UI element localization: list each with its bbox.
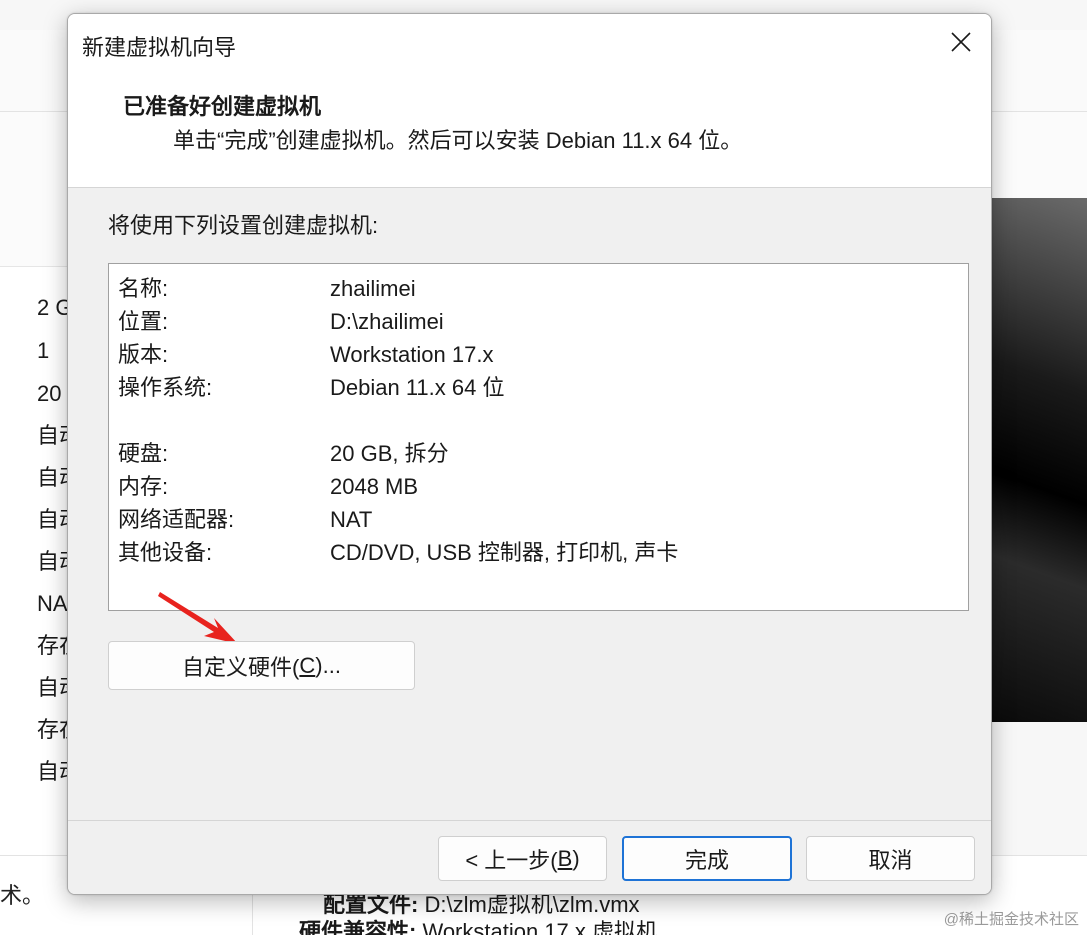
finish-button[interactable]: 完成 <box>622 836 792 881</box>
finish-button-label: 完成 <box>684 847 729 873</box>
summary-row-location: 位置: D:\zhailimei <box>118 304 444 336</box>
background-preview-image <box>990 198 1087 722</box>
wizard-header: 已准备好创建虚拟机 单击“完成”创建虚拟机。然后可以安装 Debian 11.x… <box>68 72 991 188</box>
cancel-button[interactable]: 取消 <box>806 836 975 881</box>
background-list: 2 G 1 20 自动 自动 自动 自动 NA 存在 自动 存在 自动 <box>0 267 81 855</box>
summary-row-devices: 其他设备: CD/DVD, USB 控制器, 打印机, 声卡 <box>118 535 678 567</box>
summary-value: CD/DVD, USB 控制器, 打印机, 声卡 <box>330 540 679 565</box>
background-list-item: 1 <box>37 338 50 363</box>
background-list-item: 20 <box>37 381 62 406</box>
summary-row-os: 操作系统: Debian 11.x 64 位 <box>118 370 504 402</box>
summary-row-version: 版本: Workstation 17.x <box>118 337 493 369</box>
settings-summary-box[interactable]: 名称: zhailimei 位置: D:\zhailimei 版本: Workstat… <box>108 263 969 611</box>
new-vm-wizard-dialog: 新建虚拟机向导 已准备好创建虚拟机 单击“完成”创建虚拟机。然后可以安装 Deb… <box>67 13 992 895</box>
wizard-header-title: 已准备好创建虚拟机 <box>123 94 322 119</box>
customize-hardware-label-pre: 自定义硬件( <box>182 654 300 680</box>
summary-row-disk: 硬盘: 20 GB, 拆分 <box>118 436 449 468</box>
background-compat-value: Workstation 17.x 虚拟机 <box>422 919 659 935</box>
wizard-header-subtitle: 单击“完成”创建虚拟机。然后可以安装 Debian 11.x 64 位。 <box>173 128 743 153</box>
background-footer-text: 术。 <box>0 883 45 908</box>
summary-value: D:\zhailimei <box>330 309 444 334</box>
summary-label: 将使用下列设置创建虚拟机: <box>108 213 379 238</box>
summary-key: 其他设备: <box>118 540 213 565</box>
close-button[interactable] <box>931 14 991 70</box>
background-list-item: NA <box>37 591 68 616</box>
back-button-label-pre: < 上一步( <box>465 847 558 873</box>
summary-value: 20 GB, 拆分 <box>330 441 449 466</box>
summary-value: zhailimei <box>330 276 416 301</box>
summary-value: 2048 MB <box>330 474 419 499</box>
summary-key: 硬盘: <box>118 441 169 466</box>
summary-row-network: 网络适配器: NAT <box>118 502 372 534</box>
cancel-button-label: 取消 <box>868 847 913 873</box>
customize-hardware-button[interactable]: 自定义硬件(C)... <box>108 641 415 690</box>
background-compat-label: 硬件兼容性: <box>299 919 417 935</box>
back-button-accelerator: B <box>557 845 573 871</box>
summary-row-name: 名称: zhailimei <box>118 271 416 303</box>
back-button[interactable]: < 上一步(B) <box>438 836 607 881</box>
back-button-label-post: ) <box>572 845 580 871</box>
summary-value: Workstation 17.x <box>330 342 494 367</box>
dialog-title: 新建虚拟机向导 <box>82 35 237 60</box>
summary-key: 位置: <box>118 309 169 334</box>
summary-key: 网络适配器: <box>118 507 235 532</box>
customize-hardware-accelerator: C <box>299 652 316 678</box>
summary-key: 版本: <box>118 342 169 367</box>
background-compat-row: 硬件兼容性: Workstation 17.x 虚拟机 <box>299 914 658 935</box>
summary-row-memory: 内存: 2048 MB <box>118 469 418 501</box>
summary-value: Debian 11.x 64 位 <box>330 375 505 400</box>
summary-key: 操作系统: <box>118 375 213 400</box>
close-icon <box>951 32 971 52</box>
summary-key: 内存: <box>118 474 169 499</box>
summary-value: NAT <box>330 507 373 532</box>
title-bar[interactable]: 新建虚拟机向导 <box>68 14 991 72</box>
summary-key: 名称: <box>118 276 169 301</box>
customize-hardware-label-post: )... <box>315 652 341 678</box>
watermark: @稀土掘金技术社区 <box>943 911 1079 928</box>
